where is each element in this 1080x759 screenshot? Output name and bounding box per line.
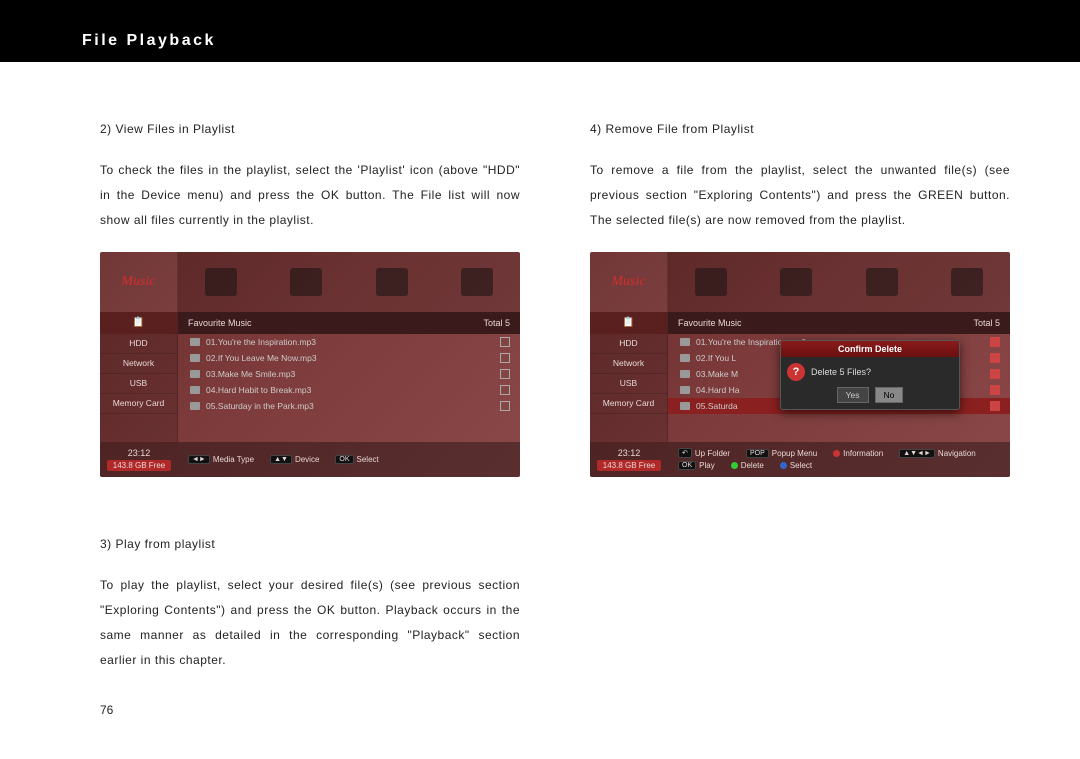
confirm-delete-dialog: Confirm Delete ? Delete 5 Files? Yes No (780, 340, 960, 410)
video-camera-icon (695, 268, 727, 296)
legend-up-folder: ↶Up Folder (678, 448, 730, 458)
playlist-total: Total 5 (483, 318, 510, 328)
file-row[interactable]: 03.Make Me Smile.mp3 (178, 366, 520, 382)
playlist-total: Total 5 (973, 318, 1000, 328)
clock-time: 23:12 (128, 448, 151, 458)
playlist-name: Favourite Music (678, 318, 742, 328)
dialog-title: Confirm Delete (781, 341, 959, 357)
file-list: Favourite Music Total 5 01.You're the In… (178, 312, 520, 442)
sidebar-item-hdd[interactable]: HDD (590, 334, 667, 354)
film-icon (290, 268, 322, 296)
screenshot-view-playlist: Music 📋 HDD Network USB Memory Card (100, 252, 520, 477)
file-row[interactable]: 01.You're the Inspiration.mp3 (178, 334, 520, 350)
camera-icon (951, 268, 983, 296)
page-body: 2) View Files in Playlist To check the f… (0, 62, 1080, 717)
file-list-header: Favourite Music Total 5 (178, 312, 520, 334)
section4-body: To remove a file from the playlist, sele… (590, 158, 1010, 234)
legend-play: OKPlay (678, 461, 715, 470)
page-number: 76 (100, 703, 520, 717)
playlist-selected-icon[interactable]: 📋 (590, 312, 667, 334)
dialog-message: Delete 5 Files? (811, 367, 871, 377)
device-sidebar: 📋 HDD Network USB Memory Card (100, 312, 178, 442)
question-icon: ? (787, 363, 805, 381)
media-type-icons (668, 252, 1010, 312)
legend-delete: Delete (731, 461, 764, 470)
left-column: 2) View Files in Playlist To check the f… (100, 122, 520, 717)
camera-icon (461, 268, 493, 296)
music-tab-label: Music (590, 252, 668, 312)
status-bar: 23:12 143.8 GB Free ◄►Media Type ▲▼Devic… (100, 442, 520, 477)
sidebar-item-memorycard[interactable]: Memory Card (590, 394, 667, 414)
sidebar-item-network[interactable]: Network (590, 354, 667, 374)
sidebar-item-network[interactable]: Network (100, 354, 177, 374)
file-row[interactable]: 05.Saturday in the Park.mp3 (178, 398, 520, 414)
section3-heading: 3) Play from playlist (100, 537, 520, 551)
sidebar-item-memorycard[interactable]: Memory Card (100, 394, 177, 414)
file-row[interactable]: 04.Hard Habit to Break.mp3 (178, 382, 520, 398)
free-space-badge: 143.8 GB Free (597, 460, 661, 471)
dialog-no-button[interactable]: No (875, 387, 904, 403)
sidebar-item-usb[interactable]: USB (100, 374, 177, 394)
section2-heading: 2) View Files in Playlist (100, 122, 520, 136)
right-column: 4) Remove File from Playlist To remove a… (590, 122, 1010, 717)
playlist-name: Favourite Music (188, 318, 252, 328)
video-camera-icon (205, 268, 237, 296)
film-icon (780, 268, 812, 296)
media-type-icons (178, 252, 520, 312)
legend-select: OKSelect (335, 455, 378, 464)
screenshot-remove-file: Music 📋 HDD Network USB Memory Card (590, 252, 1010, 477)
dialog-yes-button[interactable]: Yes (837, 387, 869, 403)
clock-time: 23:12 (618, 448, 641, 458)
legend-select: Select (780, 461, 812, 470)
section4-heading: 4) Remove File from Playlist (590, 122, 1010, 136)
legend-device: ▲▼Device (270, 455, 319, 464)
status-bar: 23:12 143.8 GB Free ↶Up Folder POPPopup … (590, 442, 1010, 477)
page-header: File Playback (0, 0, 1080, 62)
free-space-badge: 143.8 GB Free (107, 460, 171, 471)
headphones-icon (866, 268, 898, 296)
device-sidebar: 📋 HDD Network USB Memory Card (590, 312, 668, 442)
legend-info: Information (833, 449, 883, 458)
legend-media-type: ◄►Media Type (188, 455, 254, 464)
legend-nav: ▲▼◄►Navigation (899, 449, 976, 458)
headphones-icon (376, 268, 408, 296)
section3-body: To play the playlist, select your desire… (100, 573, 520, 674)
section2-body: To check the files in the playlist, sele… (100, 158, 520, 234)
legend-popup: POPPopup Menu (746, 449, 817, 458)
file-row[interactable]: 02.If You Leave Me Now.mp3 (178, 350, 520, 366)
sidebar-item-usb[interactable]: USB (590, 374, 667, 394)
sidebar-item-hdd[interactable]: HDD (100, 334, 177, 354)
music-tab-label: Music (100, 252, 178, 312)
file-list-header: Favourite Music Total 5 (668, 312, 1010, 334)
playlist-selected-icon[interactable]: 📋 (100, 312, 177, 334)
page-title: File Playback (82, 32, 216, 50)
